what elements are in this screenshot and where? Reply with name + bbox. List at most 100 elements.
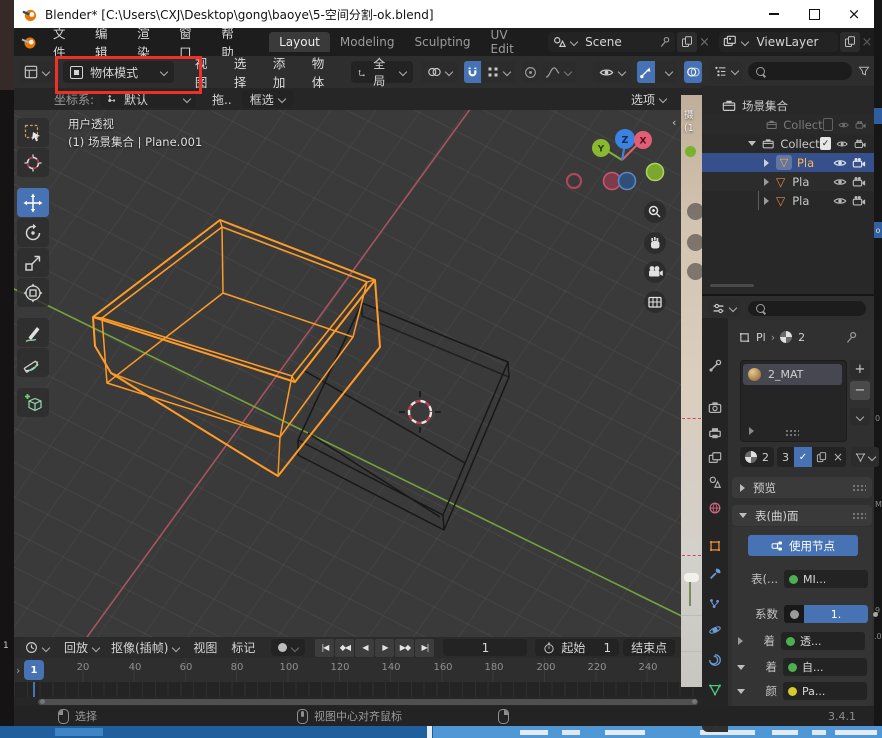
viewport-3d[interactable]: Y Z X	[14, 110, 702, 637]
collapse-arrow-icon[interactable]	[737, 665, 745, 670]
material-crumb-icon[interactable]	[780, 331, 792, 343]
tool-move[interactable]	[17, 188, 49, 217]
new-view-layer-button[interactable]	[840, 32, 859, 52]
remove-slot-button[interactable]: −	[850, 381, 870, 400]
hide-eye-icon[interactable]	[836, 137, 848, 151]
falloff-dropdown[interactable]	[540, 61, 576, 83]
current-frame-field[interactable]: 1	[443, 639, 527, 656]
tab-particles[interactable]	[702, 592, 728, 616]
copy-material-icon[interactable]	[816, 452, 827, 463]
outliner-item-label[interactable]: Collect	[783, 118, 822, 132]
unlink-material-icon[interactable]: ×	[830, 450, 846, 464]
surface-input[interactable]: MI...	[784, 570, 868, 588]
tab-physics[interactable]	[702, 618, 728, 642]
outliner-row-plane[interactable]: ▽ Pla	[702, 172, 874, 191]
outliner-item-label[interactable]: Pla	[792, 194, 828, 208]
blender-app-icon[interactable]	[21, 34, 37, 50]
tool-measure[interactable]	[17, 348, 49, 377]
tab-tool[interactable]	[702, 354, 728, 378]
collapse-arrow-icon[interactable]	[737, 689, 745, 694]
hide-eye-icon[interactable]	[833, 175, 847, 189]
tab-view-layer[interactable]	[702, 446, 728, 470]
expand-arrow-icon[interactable]	[748, 141, 756, 146]
filter-funnel-icon[interactable]	[858, 65, 870, 77]
next-keyframe-button[interactable]: ▶◆	[395, 639, 414, 657]
disable-render-icon[interactable]	[852, 156, 866, 170]
outliner-row-collection-excluded[interactable]: Collect	[702, 115, 874, 134]
viewport-nav-buttons[interactable]	[644, 201, 666, 313]
panel-preview-header[interactable]: 预览	[732, 477, 872, 498]
fake-user-shield-icon[interactable]: ✓	[794, 447, 812, 467]
viewport-canvas[interactable]: Y Z X	[14, 110, 702, 637]
gizmos-dropdown[interactable]	[656, 61, 677, 83]
pin-icon[interactable]	[659, 36, 671, 48]
scene-name[interactable]: Scene	[585, 35, 659, 49]
scene-selector[interactable]: Scene	[548, 32, 675, 52]
use-nodes-button[interactable]: 使用节点	[748, 535, 858, 556]
prev-keyframe-button[interactable]: ◆◀	[335, 639, 354, 657]
tool-rotate[interactable]	[17, 218, 49, 247]
properties-editor-type-button[interactable]	[708, 299, 740, 317]
outliner-row-plane-selected[interactable]: ▽ Pla	[702, 153, 874, 172]
outliner-row-collection[interactable]: Collect ✓	[702, 134, 874, 153]
options-dropdown[interactable]: 选项	[623, 90, 674, 108]
show-object-types-dropdown[interactable]	[593, 61, 631, 83]
tool-cursor[interactable]	[17, 148, 49, 177]
expand-arrow-icon[interactable]	[764, 197, 769, 205]
tool-transform[interactable]	[17, 278, 49, 307]
axis-ball-green[interactable]	[647, 164, 664, 181]
unlink-scene-button[interactable]: ×	[697, 32, 713, 52]
user-count[interactable]: 3	[777, 451, 794, 464]
frame-range-end[interactable]: 结束点	[623, 639, 675, 656]
new-scene-button[interactable]	[677, 32, 696, 52]
region-collapse-left-icon[interactable]: ‹	[672, 116, 676, 129]
outliner-editor-type-button[interactable]	[710, 61, 742, 81]
jump-to-end-button[interactable]: ▶|	[415, 639, 434, 657]
workspace-tab-modeling[interactable]: Modeling	[330, 32, 405, 52]
timeline-menu-marker[interactable]: 标记	[231, 639, 255, 656]
axis-ball-negative-x[interactable]	[567, 174, 581, 188]
gizmos-toggle-button[interactable]	[637, 61, 655, 83]
editor-type-button[interactable]	[19, 61, 54, 83]
timeline-scrollbar[interactable]	[14, 697, 702, 706]
timeline-frame-area[interactable]	[14, 682, 702, 697]
timeline-menu-view[interactable]: 视图	[193, 639, 217, 656]
ruler-expand-icon[interactable]: ›	[16, 664, 20, 677]
properties-search-input[interactable]	[748, 301, 866, 316]
overlays-toggle-button[interactable]	[684, 61, 702, 83]
outliner-row-scene-collection[interactable]: 场景集合	[702, 96, 874, 115]
view-layer-selector[interactable]: ViewLayer	[719, 32, 838, 52]
exclude-checkbox[interactable]: ✓	[820, 137, 832, 150]
axis-ball-navy[interactable]	[619, 173, 636, 190]
transform-orientation-dropdown[interactable]: 全局	[351, 61, 413, 83]
disable-render-icon[interactable]	[852, 194, 866, 208]
outliner-item-label[interactable]: Pla	[792, 175, 828, 189]
timeline-editor-type-button[interactable]	[20, 639, 54, 656]
outliner-scrollbar[interactable]	[710, 284, 754, 287]
play-reverse-button[interactable]: ◀	[355, 639, 374, 657]
tab-output[interactable]	[702, 421, 728, 445]
select-mode-dropdown[interactable]: 框选	[242, 90, 293, 108]
tab-scene[interactable]	[702, 470, 728, 494]
slot-list-grip[interactable]	[785, 429, 799, 436]
zoom-button[interactable]	[644, 201, 666, 223]
tool-annotate[interactable]	[17, 318, 49, 347]
material-slot-list[interactable]: 2_MAT	[740, 360, 847, 442]
hide-eye-icon[interactable]	[838, 118, 849, 132]
frame-range-start[interactable]: 起始 1	[535, 639, 619, 656]
playhead[interactable]: 1	[24, 660, 44, 680]
outliner-item-label[interactable]: Pla	[797, 156, 828, 170]
auto-key-button[interactable]	[271, 639, 305, 656]
pin-icon[interactable]	[845, 331, 858, 344]
tab-object-data[interactable]	[702, 678, 728, 702]
material-slot-selected[interactable]: 2_MAT	[743, 364, 842, 385]
timeline-ruler[interactable]: › 20 40 60 80 100 120 140 160 180 200 22…	[14, 658, 702, 682]
color-input[interactable]: Pa...	[783, 682, 867, 700]
remove-view-layer-button[interactable]: ×	[860, 32, 874, 52]
hide-eye-icon[interactable]	[833, 194, 847, 208]
timeline-menu-keying[interactable]: 抠像(插帧)	[111, 639, 179, 656]
factor-slider[interactable]: 1.	[784, 605, 868, 623]
outliner-item-label[interactable]: Collect	[780, 137, 819, 151]
keyframe-decorator[interactable]	[873, 612, 878, 617]
slot-list-expand-icon[interactable]	[749, 427, 754, 435]
